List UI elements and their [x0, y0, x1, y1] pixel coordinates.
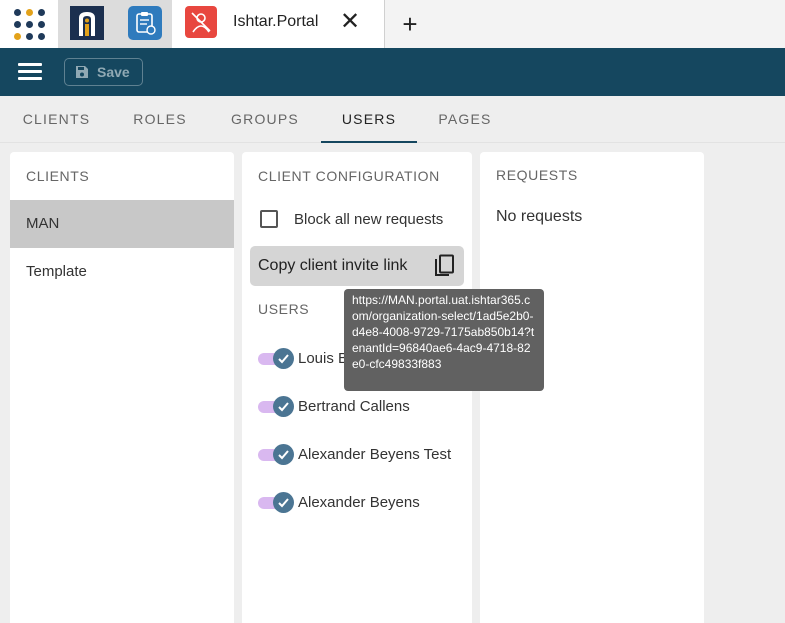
ishtar-logo-icon	[70, 6, 104, 40]
copy-icon	[435, 254, 454, 276]
launcher-dot	[37, 32, 45, 40]
user-enabled-toggle[interactable]	[258, 396, 294, 417]
save-button[interactable]: Save	[64, 58, 143, 86]
check-icon	[278, 498, 289, 508]
copy-invite-link-label: Copy client invite link	[258, 257, 408, 274]
browser-tab-strip: Ishtar.Portal ✕ +	[0, 0, 785, 48]
app-launcher-button[interactable]	[0, 0, 58, 48]
tab-pages[interactable]: PAGES	[426, 96, 504, 143]
clipboard-settings-icon	[136, 12, 156, 35]
user-enabled-toggle[interactable]	[258, 492, 294, 513]
close-tab-icon[interactable]: ✕	[339, 9, 361, 35]
launcher-dot	[13, 8, 21, 16]
users-heading: USERS	[258, 301, 310, 317]
check-icon	[278, 402, 289, 412]
user-name: Louis B	[298, 349, 349, 367]
invite-link-tooltip: https://MAN.portal.uat.ishtar365.com/org…	[344, 289, 544, 391]
section-tabs: CLIENTS ROLES GROUPS USERS PAGES	[0, 96, 785, 143]
block-requests-checkbox[interactable]	[260, 210, 278, 228]
requests-heading: REQUESTS	[496, 167, 578, 183]
floppy-disk-icon	[76, 66, 88, 78]
no-requests-text: No requests	[496, 208, 583, 225]
hamburger-menu-icon[interactable]	[18, 63, 42, 81]
launcher-dot	[37, 8, 45, 16]
check-icon	[278, 450, 289, 460]
launcher-dot	[25, 20, 33, 28]
user-enabled-toggle[interactable]	[258, 444, 294, 465]
app-bar: Save	[0, 48, 785, 96]
user-row: Alexander Beyens	[258, 492, 420, 513]
tab-roles[interactable]: ROLES	[120, 96, 200, 143]
launcher-dot	[25, 32, 33, 40]
user-name: Alexander Beyens Test	[298, 445, 452, 463]
user-row: Alexander Beyens Test	[258, 444, 452, 465]
launcher-dot	[13, 20, 21, 28]
clients-panel: CLIENTS MAN Template	[10, 152, 234, 623]
user-name: Bertrand Callens	[298, 397, 410, 415]
ishtar-app-tab[interactable]	[70, 6, 104, 40]
user-row: Bertrand Callens	[258, 396, 410, 417]
tab-title: Ishtar.Portal	[233, 13, 319, 30]
launcher-dot	[13, 32, 21, 40]
block-requests-label: Block all new requests	[294, 210, 444, 228]
launcher-dot	[25, 8, 33, 16]
forms-app-tab[interactable]	[128, 6, 162, 40]
block-requests-row[interactable]: Block all new requests	[260, 210, 443, 228]
user-name: Alexander Beyens	[298, 493, 420, 511]
user-row: Louis B	[258, 348, 349, 369]
client-configuration-heading: CLIENT CONFIGURATION	[258, 168, 440, 184]
save-label: Save	[97, 64, 130, 80]
tab-clients[interactable]: CLIENTS	[10, 96, 103, 143]
user-enabled-toggle[interactable]	[258, 348, 294, 369]
clients-heading: CLIENTS	[26, 168, 90, 184]
new-tab-button[interactable]: +	[397, 10, 423, 38]
portal-favicon-icon	[185, 6, 217, 38]
tab-groups[interactable]: GROUPS	[220, 96, 310, 143]
client-item-man[interactable]: MAN	[10, 200, 234, 248]
tab-users[interactable]: USERS	[321, 96, 417, 143]
ishtar-portal-tab[interactable]: Ishtar.Portal ✕	[172, 0, 385, 48]
pinned-tabs	[58, 0, 172, 48]
launcher-dot	[37, 20, 45, 28]
app-grid-icon	[13, 8, 45, 40]
copy-invite-link-button[interactable]: Copy client invite link	[250, 246, 464, 286]
client-item-template[interactable]: Template	[10, 248, 234, 296]
check-icon	[278, 354, 289, 364]
